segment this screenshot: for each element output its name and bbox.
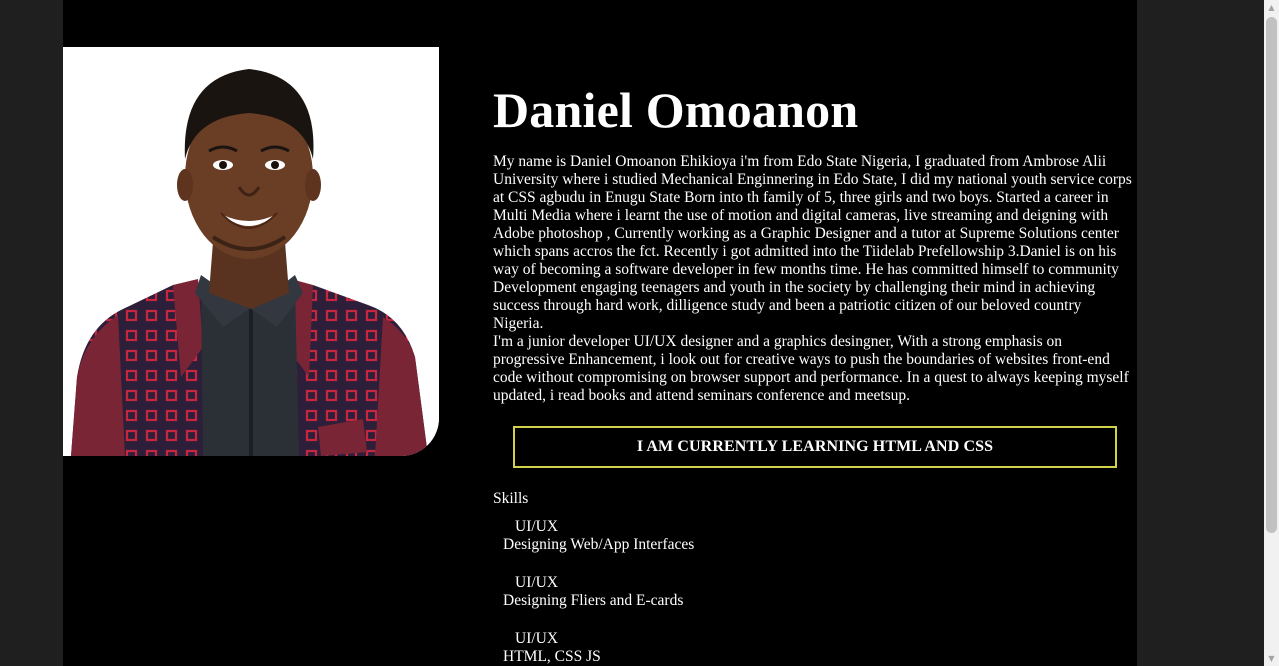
- skill-description: Designing Fliers and E-cards: [503, 592, 684, 609]
- learning-banner: I AM CURRENTLY LEARNING HTML AND CSS: [513, 426, 1117, 468]
- profile-bio: My name is Daniel Omoanon Ehikioya i'm f…: [493, 153, 1133, 405]
- profile-page: Daniel Omoanon My name is Daniel Omoanon…: [63, 0, 1137, 666]
- vertical-scrollbar[interactable]: ▲ ▼: [1264, 0, 1279, 666]
- scrollbar-thumb[interactable]: [1266, 17, 1277, 533]
- scroll-down-icon[interactable]: ▼: [1264, 651, 1279, 666]
- skill-item: UI/UX Designing Web/App Interfaces: [493, 518, 1133, 554]
- skills-list: UI/UX Designing Web/App Interfaces UI/UX…: [493, 518, 1133, 666]
- skill-item: UI/UX HTML, CSS JS: [493, 630, 1133, 666]
- portrait-image: [63, 47, 439, 456]
- profile-photo: [63, 47, 439, 456]
- skill-description: Designing Web/App Interfaces: [503, 536, 695, 553]
- skill-title: UI/UX: [515, 518, 559, 535]
- bio-paragraph: My name is Daniel Omoanon Ehikioya i'm f…: [493, 153, 1132, 332]
- skill-title: UI/UX: [515, 630, 559, 647]
- skill-description: HTML, CSS JS: [503, 648, 601, 665]
- bio-paragraph: I'm a junior developer UI/UX designer an…: [493, 333, 1129, 404]
- skill-item: UI/UX Designing Fliers and E-cards: [493, 574, 1133, 610]
- profile-name: Daniel Omoanon: [493, 82, 859, 138]
- skill-title: UI/UX: [515, 574, 559, 591]
- skills-heading: Skills: [493, 490, 529, 507]
- scroll-up-icon[interactable]: ▲: [1264, 0, 1279, 15]
- profile-content: Daniel Omoanon My name is Daniel Omoanon…: [493, 82, 1133, 666]
